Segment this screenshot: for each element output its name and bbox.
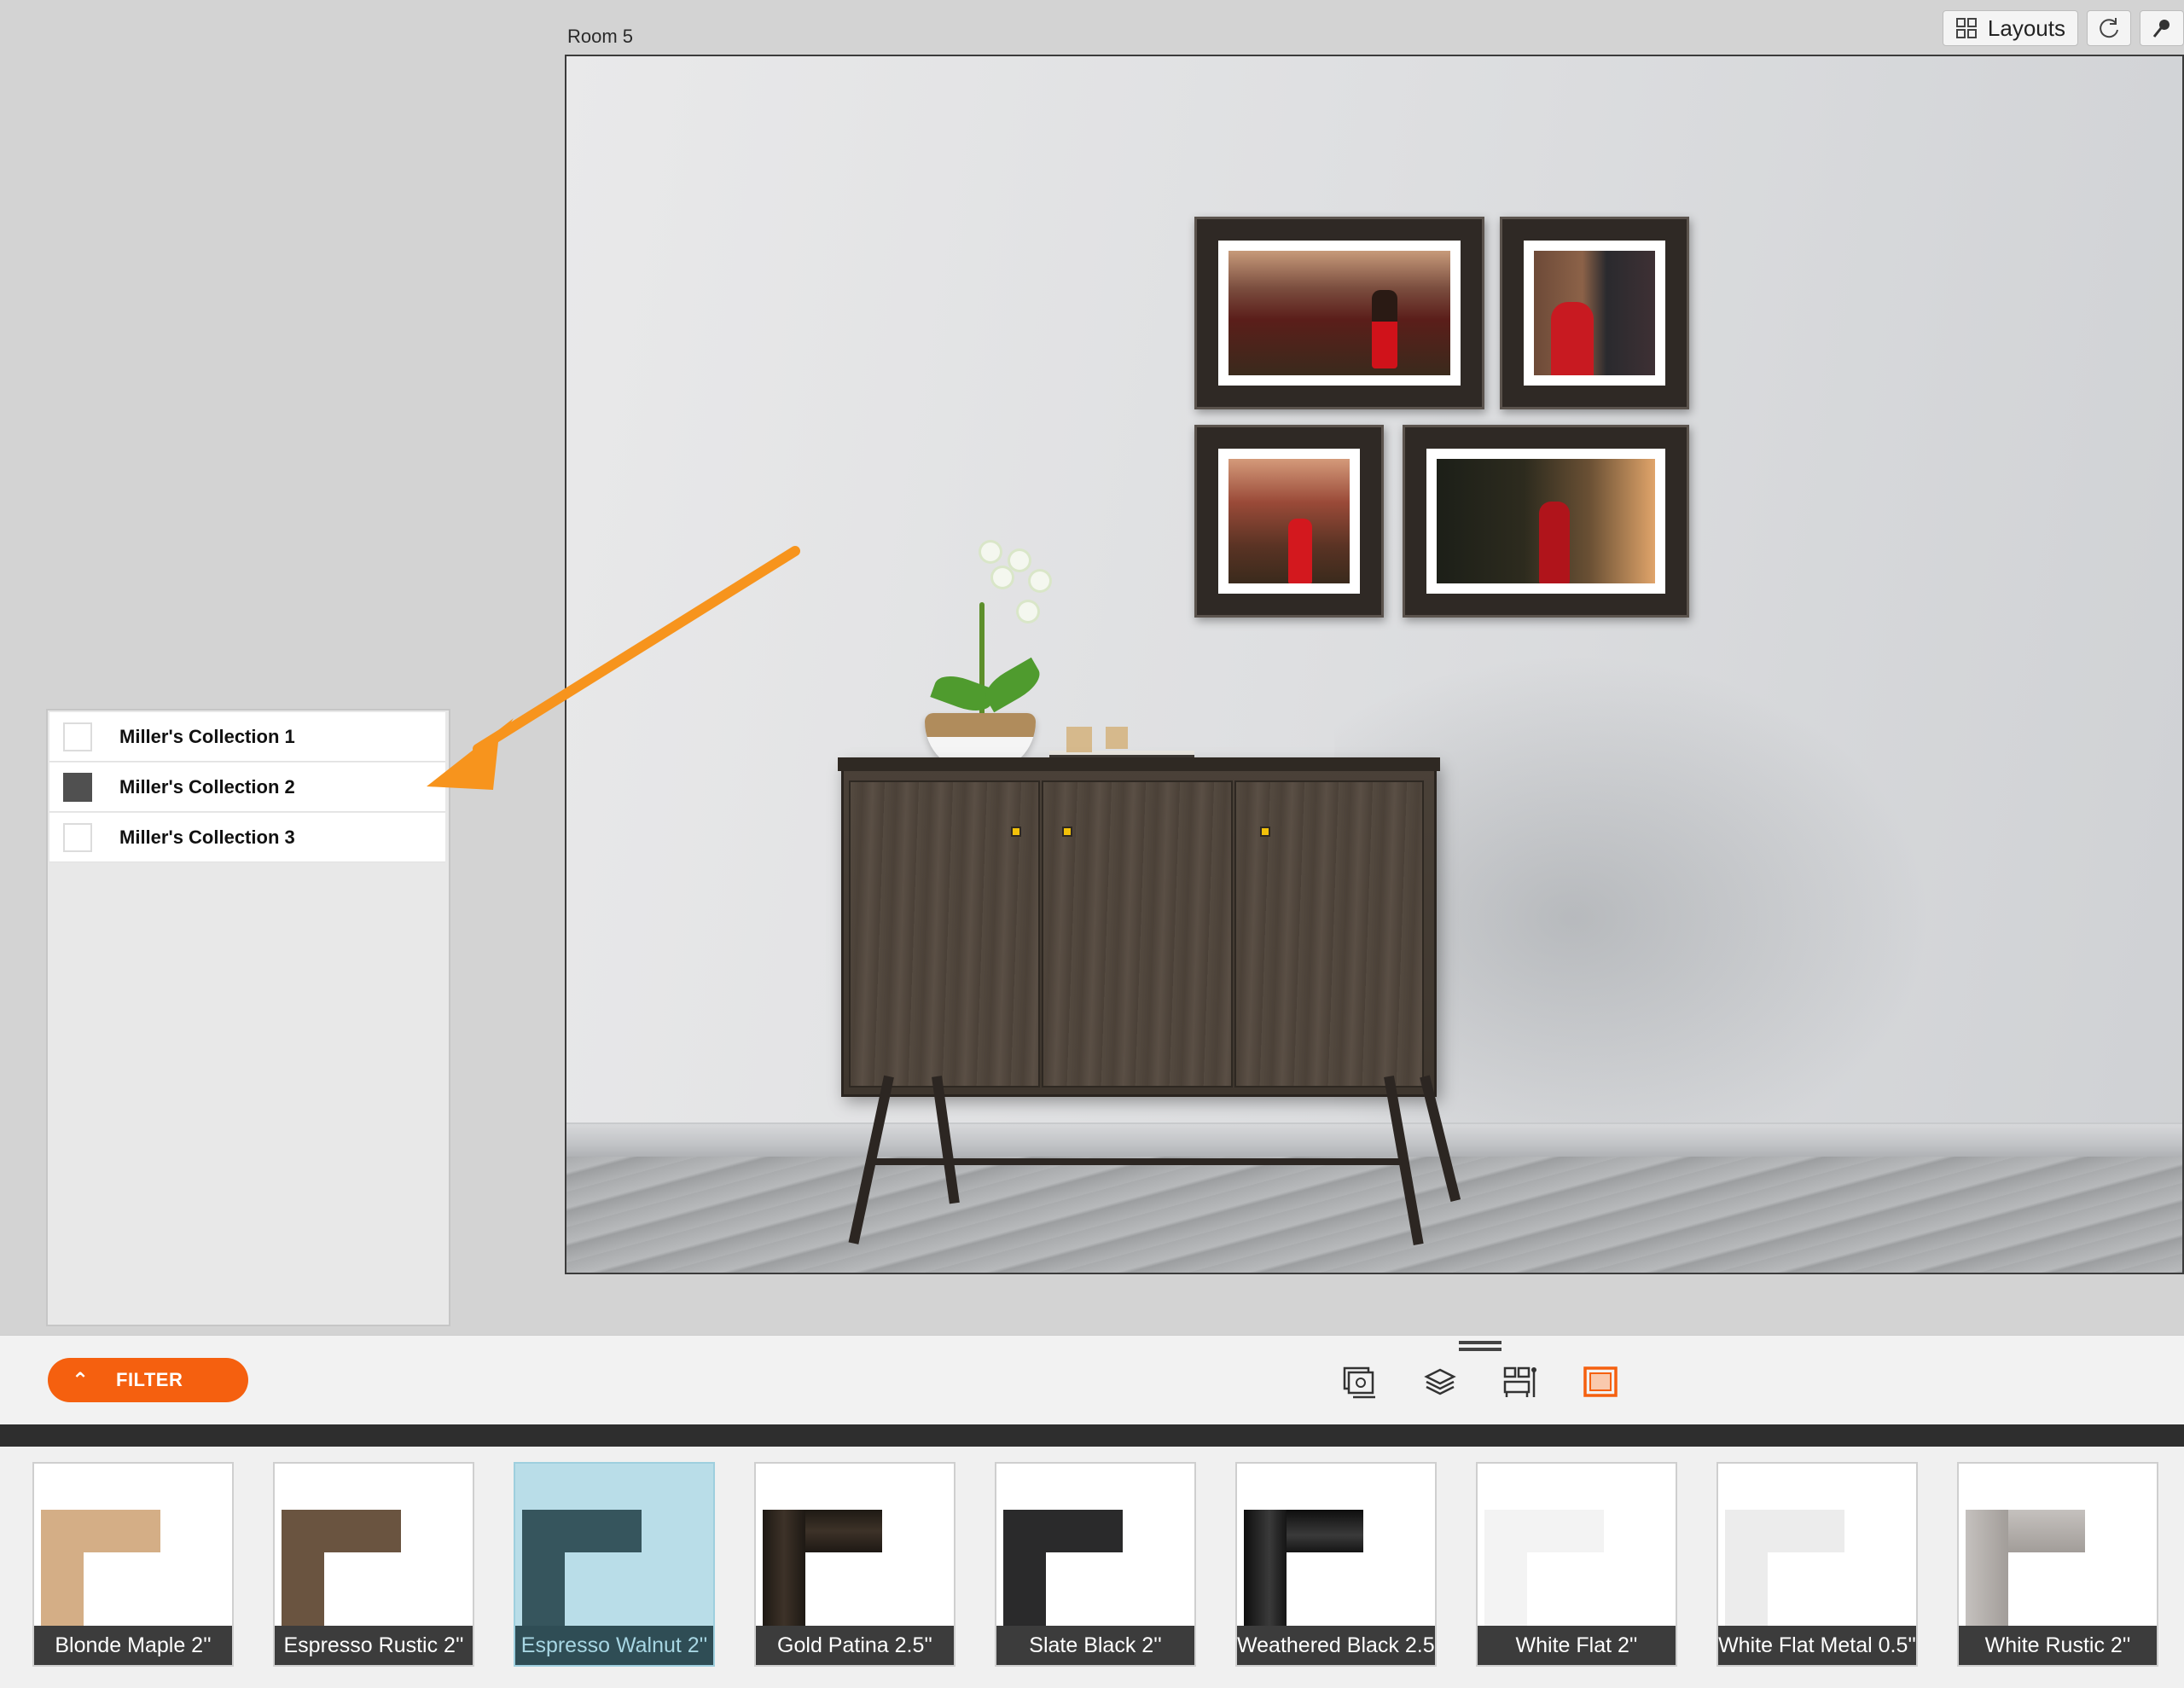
frame-swatch-label: Weathered Black 2.5''	[1237, 1626, 1435, 1665]
couple-photo-4	[1437, 459, 1655, 583]
drag-handle[interactable]	[1459, 1341, 1502, 1351]
room-canvas[interactable]	[565, 55, 2184, 1274]
pin-button[interactable]	[2140, 10, 2184, 46]
pin-icon	[2152, 20, 2169, 38]
collection-item-2[interactable]: Miller's Collection 2	[49, 763, 445, 812]
photos-icon[interactable]	[1341, 1363, 1379, 1401]
refresh-icon	[2100, 18, 2118, 38]
orchid-flower	[1019, 602, 1037, 621]
frame-swatch-list: Blonde Maple 2'' Espresso Rustic 2'' Esp…	[0, 1447, 2184, 1688]
wall-frame-4[interactable]	[1403, 425, 1689, 618]
decor-house	[1106, 727, 1128, 749]
frame-swatch[interactable]: White Flat 2''	[1476, 1462, 1677, 1667]
frame-corner	[763, 1510, 805, 1629]
orchid-flower	[1010, 551, 1029, 570]
collection-panel: Miller's Collection 1 Miller's Collectio…	[46, 709, 450, 1326]
orchid-flower	[1031, 571, 1049, 590]
frame-swatch-label: Blonde Maple 2''	[34, 1626, 232, 1665]
filter-button[interactable]: ⌃ FILTER	[48, 1358, 248, 1402]
frame-swatch-label: Espresso Rustic 2''	[275, 1626, 473, 1665]
frame-corner	[1484, 1510, 1527, 1629]
layouts-label: Layouts	[1987, 15, 2065, 41]
frame-corner	[1725, 1510, 1768, 1629]
frame-swatch[interactable]: Espresso Walnut 2''	[514, 1462, 715, 1667]
orchid-flower	[981, 542, 1000, 561]
frame-swatch[interactable]: White Rustic 2''	[1957, 1462, 2158, 1667]
frame-corner	[1244, 1510, 1287, 1629]
red-dress-figure	[1551, 302, 1594, 375]
frame-swatch[interactable]: Blonde Maple 2''	[32, 1462, 234, 1667]
refresh-button[interactable]	[2087, 10, 2131, 46]
red-dress-figure	[1539, 502, 1570, 583]
red-dress-figure	[1288, 519, 1312, 583]
room-title: Room 5	[567, 26, 634, 47]
frame-swatch-label: Espresso Walnut 2''	[515, 1626, 713, 1665]
frame-swatch-label: Gold Patina 2.5''	[756, 1626, 954, 1665]
bottom-toolbar: ⌃ FILTER	[0, 1335, 2184, 1424]
cabinet-knob	[1011, 827, 1021, 837]
frame-swatch-label: White Flat 2''	[1478, 1626, 1676, 1665]
collection-item-1[interactable]: Miller's Collection 1	[49, 712, 445, 762]
frame-swatch-label: Slate Black 2''	[996, 1626, 1194, 1665]
decor-house	[1066, 727, 1092, 752]
layers-icon[interactable]	[1421, 1363, 1459, 1401]
couple-photo-2	[1534, 251, 1655, 375]
wood-floor	[566, 1157, 2182, 1273]
sideboard-cabinet	[841, 761, 1437, 1097]
frame-corner	[1003, 1510, 1046, 1629]
frame-swatch[interactable]: Espresso Rustic 2''	[273, 1462, 474, 1667]
frame-corner	[41, 1510, 84, 1629]
frame-swatch[interactable]: Slate Black 2''	[995, 1462, 1196, 1667]
frame-swatch-label: White Rustic 2''	[1959, 1626, 2157, 1665]
cabinet-stretcher	[869, 1158, 1407, 1165]
wall-frame-3[interactable]	[1194, 425, 1384, 618]
couple-photo-1	[1228, 251, 1450, 375]
divider-strip	[0, 1424, 2184, 1447]
orchid-flower	[993, 568, 1012, 587]
collection-checkbox[interactable]	[63, 822, 92, 852]
wall-frame-2[interactable]	[1500, 217, 1689, 409]
frame-swatch-label: White Flat Metal 0.5''	[1718, 1626, 1916, 1665]
frame-swatch[interactable]: Gold Patina 2.5''	[754, 1462, 956, 1667]
grid-icon	[1955, 18, 1977, 38]
frame-icon[interactable]	[1582, 1363, 1619, 1401]
collection-label: Miller's Collection 3	[119, 826, 295, 848]
collection-item-3[interactable]: Miller's Collection 3	[49, 813, 445, 862]
red-dress-figure	[1372, 290, 1397, 368]
orchid-leaf	[979, 657, 1046, 713]
frame-swatch[interactable]: White Flat Metal 0.5''	[1716, 1462, 1918, 1667]
room-icon[interactable]	[1502, 1363, 1539, 1401]
top-toolbar: Layouts	[1942, 10, 2184, 46]
cabinet-top	[838, 757, 1440, 771]
wall-frame-1[interactable]	[1194, 217, 1484, 409]
baseboard	[566, 1122, 2182, 1157]
layouts-button[interactable]: Layouts	[1942, 10, 2078, 46]
frame-corner	[282, 1510, 324, 1629]
collection-label: Miller's Collection 1	[119, 725, 295, 747]
collection-checkbox[interactable]	[63, 722, 92, 751]
frame-corner	[522, 1510, 565, 1629]
frame-corner	[1966, 1510, 2008, 1629]
collection-label: Miller's Collection 2	[119, 775, 295, 798]
filter-label: FILTER	[116, 1369, 183, 1390]
couple-photo-3	[1228, 459, 1350, 583]
collection-checkbox[interactable]	[63, 772, 92, 802]
chevron-up-icon: ⌃	[72, 1369, 90, 1392]
frame-swatch[interactable]: Weathered Black 2.5''	[1235, 1462, 1437, 1667]
cabinet-knob	[1260, 827, 1270, 837]
cabinet-knob	[1062, 827, 1072, 837]
